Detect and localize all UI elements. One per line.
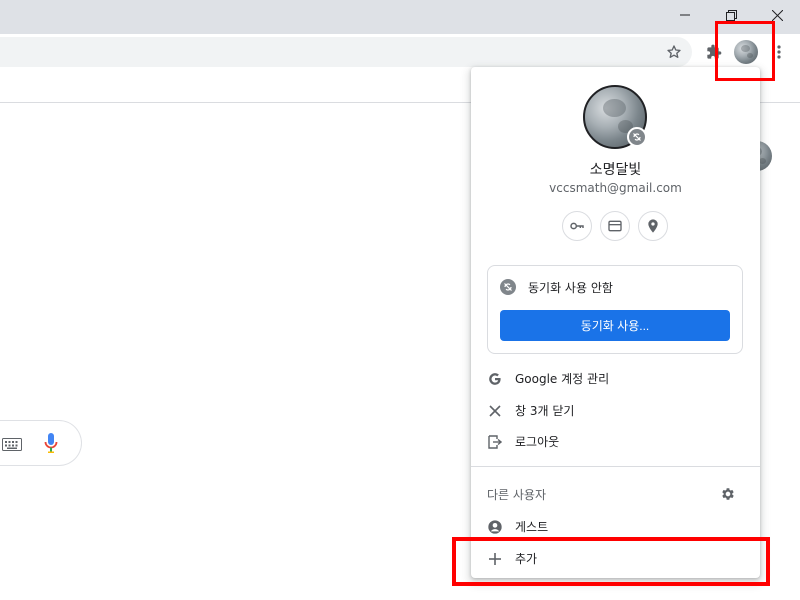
sync-off-badge	[627, 127, 647, 147]
sign-out-label: 로그아웃	[515, 435, 560, 449]
location-pin-icon	[648, 219, 658, 233]
sign-out-item[interactable]: 로그아웃	[471, 426, 760, 457]
sync-off-icon	[633, 133, 641, 141]
kebab-menu-icon	[777, 45, 781, 59]
other-users-heading: 다른 사용자	[487, 488, 547, 502]
profile-avatar-wrap	[583, 85, 647, 149]
address-bar[interactable]	[0, 37, 692, 67]
close-icon	[771, 9, 783, 21]
profile-menu: 소명달빛 vccsmath@gmail.com 동기화 사용 안함 동기화 사용…	[471, 67, 760, 578]
search-box[interactable]	[0, 420, 82, 466]
passwords-button[interactable]	[562, 211, 592, 241]
restore-icon	[725, 9, 737, 21]
title-bar	[0, 0, 800, 34]
manage-google-account-item[interactable]: Google 계정 관리	[471, 363, 760, 394]
gear-icon	[722, 488, 734, 500]
turn-on-sync-button[interactable]: 동기화 사용...	[500, 310, 730, 341]
minimize-button[interactable]	[662, 0, 708, 30]
logout-icon	[487, 434, 503, 450]
google-g-icon	[487, 371, 503, 387]
close-icon	[487, 403, 503, 419]
credit-card-icon	[608, 220, 622, 232]
key-icon	[570, 222, 584, 230]
keyboard-icon[interactable]	[2, 436, 22, 455]
sync-card: 동기화 사용 안함 동기화 사용...	[487, 265, 743, 354]
sync-status-text: 동기화 사용 안함	[528, 281, 613, 295]
bookmark-button[interactable]	[660, 38, 688, 66]
star-icon	[667, 45, 681, 58]
payment-methods-button[interactable]	[600, 211, 630, 241]
account-circle-icon	[487, 519, 503, 535]
close-windows-label: 창 3개 닫기	[515, 404, 575, 418]
microphone-icon[interactable]	[44, 432, 58, 458]
manage-people-button[interactable]	[719, 485, 737, 503]
sync-status-icon	[500, 279, 516, 295]
highlight-box-avatar	[715, 21, 775, 81]
sync-off-icon	[504, 283, 512, 291]
manage-google-account-label: Google 계정 관리	[515, 372, 610, 386]
highlight-box-add	[452, 537, 770, 586]
guest-label: 게스트	[515, 520, 549, 534]
minimize-icon	[680, 14, 690, 16]
close-windows-item[interactable]: 창 3개 닫기	[471, 395, 760, 426]
profile-name: 소명달빛	[589, 162, 642, 178]
profile-email: vccsmath@gmail.com	[549, 181, 682, 195]
menu-divider	[471, 466, 760, 467]
addresses-button[interactable]	[638, 211, 668, 241]
